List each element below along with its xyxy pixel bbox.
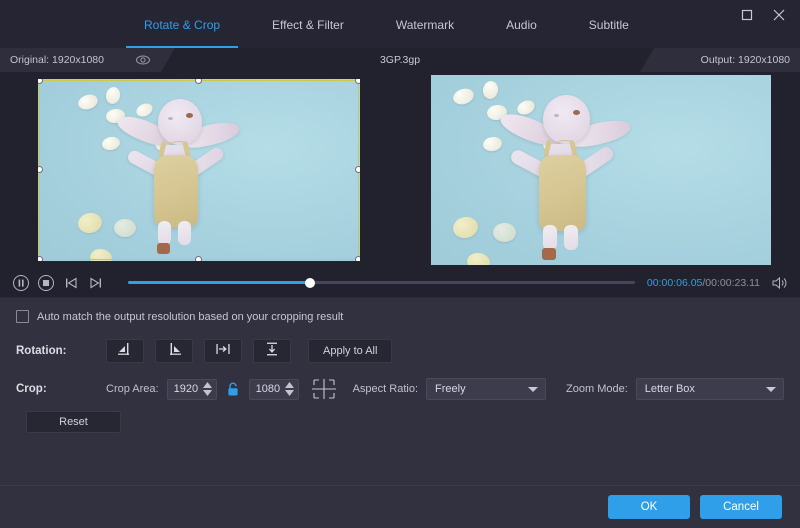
pause-icon[interactable] xyxy=(10,272,32,294)
crop-height-value: 1080 xyxy=(256,383,280,395)
auto-match-checkbox[interactable] xyxy=(16,310,29,323)
rotate-left-button[interactable] xyxy=(106,339,144,363)
progress-knob[interactable] xyxy=(305,278,315,288)
tab-effect-filter[interactable]: Effect & Filter xyxy=(246,2,370,48)
eye-icon[interactable] xyxy=(135,52,151,68)
cancel-button[interactable]: Cancel xyxy=(700,495,782,519)
rotation-label: Rotation: xyxy=(16,345,106,357)
original-video-frame xyxy=(38,79,360,261)
auto-match-row: Auto match the output resolution based o… xyxy=(16,310,784,323)
crop-height-input[interactable]: 1080 xyxy=(249,379,299,400)
zoom-mode-label: Zoom Mode: xyxy=(566,383,628,395)
flip-horizontal-icon xyxy=(214,340,232,363)
crop-handle-bottom-right[interactable] xyxy=(355,256,360,261)
maximize-icon[interactable] xyxy=(734,4,760,26)
info-strip: 3GP.3gp Original: 1920x1080 Output: 1920… xyxy=(0,48,800,72)
dialog-footer: OK Cancel xyxy=(0,485,800,528)
auto-match-label: Auto match the output resolution based o… xyxy=(37,311,343,323)
cancel-label: Cancel xyxy=(723,501,759,513)
title-bar: Rotate & Crop Effect & Filter Watermark … xyxy=(0,0,800,48)
chevron-down-icon xyxy=(528,387,538,392)
crop-row: Crop: Crop Area: 1920 1080 xyxy=(16,377,784,401)
zoom-mode-select[interactable]: Letter Box xyxy=(636,378,784,400)
reset-row: Reset xyxy=(16,411,784,433)
crop-label: Crop: xyxy=(16,383,106,395)
tab-label: Watermark xyxy=(396,18,454,32)
previous-frame-icon[interactable] xyxy=(60,272,82,294)
video-scene-original xyxy=(38,79,360,261)
rotation-row: Rotation: xyxy=(16,339,784,363)
center-crop-icon[interactable] xyxy=(309,377,339,401)
chevron-down-icon xyxy=(766,387,776,392)
reset-button[interactable]: Reset xyxy=(26,411,121,433)
ok-label: OK xyxy=(641,501,658,513)
settings-panel: Auto match the output resolution based o… xyxy=(0,298,800,485)
crop-handle-bottom-left[interactable] xyxy=(38,256,43,261)
playback-controls: 00:00:06.05/00:00:23.11 xyxy=(0,268,800,298)
rotate-right-button[interactable] xyxy=(155,339,193,363)
original-preview-pane[interactable] xyxy=(0,72,398,268)
flip-vertical-button[interactable] xyxy=(253,339,291,363)
original-resolution-label: Original: 1920x1080 xyxy=(10,54,104,66)
output-resolution-label: Output: 1920x1080 xyxy=(701,54,790,66)
progress-fill xyxy=(128,281,310,284)
current-time: 00:00:06.05 xyxy=(647,277,702,289)
next-frame-icon[interactable] xyxy=(85,272,107,294)
tab-subtitle[interactable]: Subtitle xyxy=(563,2,655,48)
crop-width-input[interactable]: 1920 xyxy=(167,379,217,400)
time-display: 00:00:06.05/00:00:23.11 xyxy=(647,277,760,289)
flip-horizontal-button[interactable] xyxy=(204,339,242,363)
crop-area-label: Crop Area: xyxy=(106,383,159,395)
ok-button[interactable]: OK xyxy=(608,495,690,519)
rotate-left-icon xyxy=(116,340,134,363)
flip-vertical-icon xyxy=(263,340,281,363)
close-icon[interactable] xyxy=(766,4,792,26)
crop-width-stepper[interactable] xyxy=(203,382,212,396)
rotate-right-icon xyxy=(165,340,183,363)
tab-label: Subtitle xyxy=(589,18,629,32)
tab-audio[interactable]: Audio xyxy=(480,2,563,48)
tab-label: Audio xyxy=(506,18,537,32)
aspect-ratio-select[interactable]: Freely xyxy=(426,378,546,400)
crop-width-value: 1920 xyxy=(174,383,198,395)
total-time: /00:00:23.11 xyxy=(702,277,760,289)
window-controls xyxy=(734,4,792,26)
apply-to-all-button[interactable]: Apply to All xyxy=(308,339,392,363)
output-preview-pane[interactable] xyxy=(402,72,800,268)
output-resolution-tag: Output: 1920x1080 xyxy=(640,48,800,72)
stop-icon[interactable] xyxy=(35,272,57,294)
preview-area xyxy=(0,72,800,268)
crop-handle-top-right[interactable] xyxy=(355,79,360,84)
video-scene-output xyxy=(431,75,771,265)
zoom-mode-value: Letter Box xyxy=(645,383,695,395)
crop-height-stepper[interactable] xyxy=(285,382,294,396)
volume-icon[interactable] xyxy=(768,272,790,294)
progress-slider[interactable] xyxy=(128,272,635,294)
tab-label: Effect & Filter xyxy=(272,18,344,32)
video-editor-window: Rotate & Crop Effect & Filter Watermark … xyxy=(0,0,800,528)
output-video-frame xyxy=(431,75,771,265)
crop-handle-middle-right[interactable] xyxy=(355,166,360,173)
lock-icon[interactable] xyxy=(224,380,242,398)
tab-rotate-crop[interactable]: Rotate & Crop xyxy=(118,2,246,48)
tab-watermark[interactable]: Watermark xyxy=(370,2,480,48)
aspect-ratio-value: Freely xyxy=(435,383,466,395)
crop-handle-bottom-center[interactable] xyxy=(195,256,202,261)
apply-to-all-label: Apply to All xyxy=(323,345,377,357)
tab-label: Rotate & Crop xyxy=(144,18,220,32)
reset-label: Reset xyxy=(59,416,88,428)
tab-bar: Rotate & Crop Effect & Filter Watermark … xyxy=(0,0,800,48)
aspect-ratio-label: Aspect Ratio: xyxy=(353,383,418,395)
